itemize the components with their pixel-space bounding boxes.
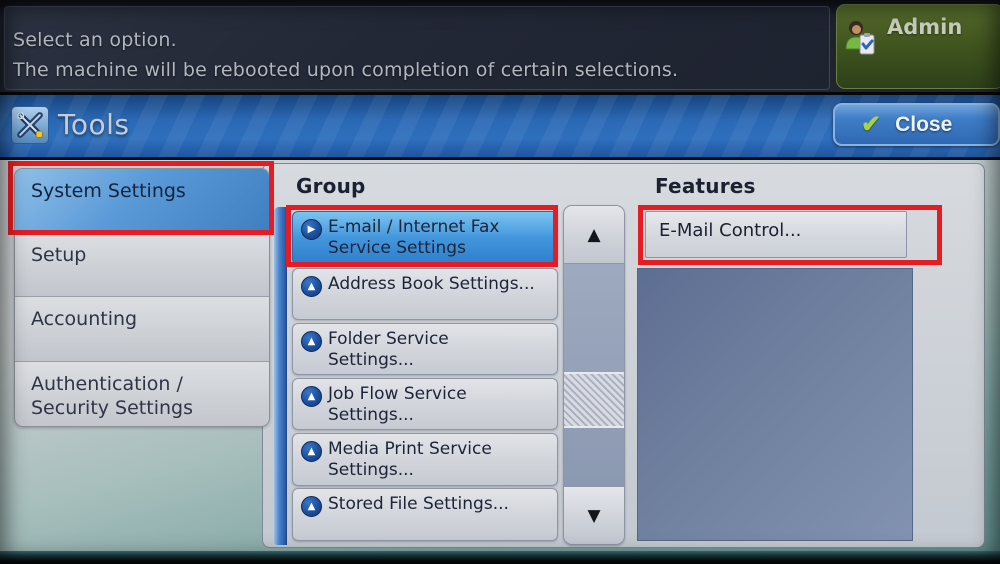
page-title: Tools [58, 108, 129, 141]
up-arrow-circle-icon: ▲ [301, 496, 322, 517]
status-bar: Select an option. The machine will be re… [0, 0, 1000, 95]
group-scrollbar: ▲ ▼ [563, 205, 625, 545]
screen-bezel-bottom [0, 551, 1000, 564]
sidebar-item-setup[interactable]: Setup [15, 233, 269, 297]
sidebar-tabs: System Settings Setup Accounting Authent… [14, 168, 270, 427]
device-touchscreen: Select an option. The machine will be re… [0, 0, 1000, 564]
close-button[interactable]: ✔ Close [833, 103, 1000, 146]
features-column-header: Features [655, 174, 756, 198]
status-message-box: Select an option. The machine will be re… [4, 6, 830, 90]
group-item-address-book[interactable]: ▲ Address Book Settings... [292, 268, 558, 320]
user-badge-label: Admin [887, 15, 962, 39]
scroll-up-button[interactable]: ▲ [564, 206, 624, 264]
sidebar-item-system-settings[interactable]: System Settings [15, 169, 269, 233]
sidebar-item-accounting[interactable]: Accounting [15, 297, 269, 362]
up-arrow-circle-icon: ▲ [301, 441, 322, 462]
title-bar: Tools ✔ Close [0, 95, 1000, 160]
scroll-track[interactable] [564, 264, 624, 486]
group-item-email-internet-fax[interactable]: ▶ E-mail / Internet Fax Service Settings [292, 211, 558, 265]
group-item-label: E-mail / Internet Fax Service Settings [328, 216, 499, 258]
group-item-label: Address Book Settings... [328, 273, 535, 295]
up-arrow-circle-icon: ▲ [301, 331, 322, 352]
group-item-label: Media Print Service Settings... [328, 438, 492, 480]
scroll-down-button[interactable]: ▼ [564, 486, 624, 544]
up-arrow-circle-icon: ▲ [301, 276, 322, 297]
group-column-header: Group [296, 174, 366, 198]
logged-in-user-button[interactable]: Admin [836, 4, 1000, 89]
group-item-label: Stored File Settings... [328, 493, 509, 515]
group-item-label: Folder Service Settings... [328, 328, 449, 370]
close-button-label: Close [895, 113, 952, 137]
up-arrow-circle-icon: ▲ [301, 386, 322, 407]
feature-item-email-control[interactable]: E-Mail Control... [645, 211, 907, 258]
group-item-folder-service[interactable]: ▲ Folder Service Settings... [292, 323, 558, 375]
play-circle-icon: ▶ [301, 219, 322, 240]
main-area: System Settings Setup Accounting Authent… [0, 160, 1000, 564]
sidebar-item-authentication-security[interactable]: Authentication / Security Settings [15, 362, 269, 427]
scroll-thumb[interactable] [564, 372, 624, 428]
group-item-label: Job Flow Service Settings... [328, 383, 467, 425]
tools-icon [11, 106, 49, 144]
panel-left-accent [274, 207, 287, 545]
status-line-1: Select an option. [13, 29, 177, 51]
group-item-job-flow-service[interactable]: ▲ Job Flow Service Settings... [292, 378, 558, 430]
status-line-2: The machine will be rebooted upon comple… [13, 59, 678, 81]
up-arrow-icon: ▲ [587, 225, 600, 245]
group-item-media-print-service[interactable]: ▲ Media Print Service Settings... [292, 433, 558, 486]
checkmark-icon: ✔ [861, 113, 881, 137]
admin-user-icon [843, 19, 879, 57]
features-list-empty-area [637, 268, 913, 541]
down-arrow-icon: ▼ [587, 506, 600, 526]
group-item-stored-file-settings[interactable]: ▲ Stored File Settings... [292, 488, 558, 541]
